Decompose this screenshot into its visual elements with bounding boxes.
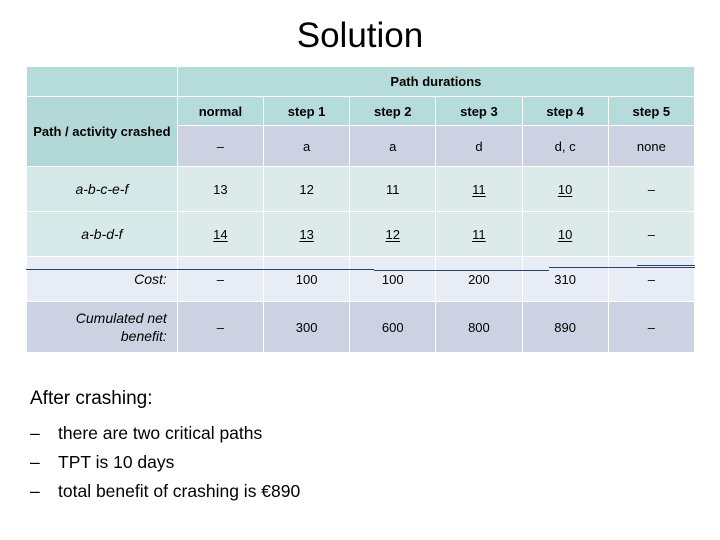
table-row-path-1: a-b-c-e-f 13 12 11 11 10 – [27, 167, 694, 211]
column-header-step-3: step 3 [436, 97, 522, 125]
separator-line-segment-1 [26, 269, 374, 270]
column-group-header-path-durations: Path durations [177, 67, 694, 96]
cost-cell-step-5: – [608, 257, 694, 301]
dash-bullet-icon: – [30, 423, 40, 443]
path-name-1: a-b-c-e-f [27, 167, 177, 211]
cost-cell-step-2: 100 [350, 257, 436, 301]
dash-bullet-icon: – [30, 481, 40, 501]
path-durations-table: Path durations Path / activity crashed n… [26, 66, 695, 353]
cost-cell-step-3: 200 [436, 257, 522, 301]
crashed-cell-step-1: a [264, 126, 350, 166]
after-crashing-heading: After crashing: [30, 388, 153, 409]
path-2-cell-step-4: 10 [522, 212, 608, 256]
table-row-step-headers: Path / activity crashed normal step 1 st… [27, 97, 694, 166]
crashed-cell-step-3: d [436, 126, 522, 166]
path-2-cell-step-1: 13 [264, 212, 350, 256]
column-header-normal: normal [177, 97, 263, 125]
page-title: Solution [296, 16, 424, 55]
benefit-cell-step-3: 800 [436, 302, 522, 352]
list-item: – total benefit of crashing is €890 [30, 477, 690, 506]
separator-line-segment-4 [637, 265, 695, 266]
list-item-label: there are two critical paths [58, 423, 263, 443]
table-row-cumulated-net-benefit: Cumulated net benefit: – 300 600 800 890… [27, 302, 694, 352]
list-item-label: TPT is 10 days [58, 452, 175, 472]
cost-cell-step-4: 310 [522, 257, 608, 301]
row-label-cost: Cost: [27, 257, 177, 301]
after-crashing-section: After crashing: – there are two critical… [30, 386, 690, 506]
path-1-cell-step-2: 11 [350, 167, 436, 211]
path-1-cell-step-4: 10 [522, 167, 608, 211]
cost-cell-normal: – [177, 257, 263, 301]
list-item: – there are two critical paths [30, 419, 690, 448]
path-1-cell-step-1: 12 [264, 167, 350, 211]
after-crashing-bullet-list: – there are two critical paths – TPT is … [30, 419, 690, 506]
benefit-cell-normal: – [177, 302, 263, 352]
path-1-cell-step-5: – [608, 167, 694, 211]
crashed-cell-normal: – [177, 126, 263, 166]
path-2-cell-normal: 14 [177, 212, 263, 256]
benefit-cell-step-5: – [608, 302, 694, 352]
cost-cell-step-1: 100 [264, 257, 350, 301]
separator-line-segment-2 [374, 270, 549, 271]
path-2-cell-step-3: 11 [436, 212, 522, 256]
path-2-cell-step-5: – [608, 212, 694, 256]
table-row-path-2: a-b-d-f 14 13 12 11 10 – [27, 212, 694, 256]
list-item-label: total benefit of crashing is €890 [58, 481, 301, 501]
path-durations-table-container: Path durations Path / activity crashed n… [26, 66, 695, 353]
separator-line-segment-3 [549, 267, 695, 268]
path-name-2: a-b-d-f [27, 212, 177, 256]
dash-bullet-icon: – [30, 452, 40, 472]
benefit-cell-step-2: 600 [350, 302, 436, 352]
crashed-cell-step-5: none [608, 126, 694, 166]
path-1-cell-step-3: 11 [436, 167, 522, 211]
path-2-cell-step-2: 12 [350, 212, 436, 256]
crashed-cell-step-4: d, c [522, 126, 608, 166]
row-header-path-activity-crashed: Path / activity crashed [27, 97, 177, 166]
column-header-step-1: step 1 [264, 97, 350, 125]
table-row-group-header: Path durations [27, 67, 694, 96]
table-row-cost: Cost: – 100 100 200 310 – [27, 257, 694, 301]
row-label-cumulated-net-benefit: Cumulated net benefit: [27, 302, 177, 352]
column-header-step-4: step 4 [522, 97, 608, 125]
benefit-cell-step-1: 300 [264, 302, 350, 352]
table-corner-blank [27, 67, 177, 96]
column-header-step-2: step 2 [350, 97, 436, 125]
benefit-cell-step-4: 890 [522, 302, 608, 352]
crashed-cell-step-2: a [350, 126, 436, 166]
column-header-step-5: step 5 [608, 97, 694, 125]
list-item: – TPT is 10 days [30, 448, 690, 477]
path-1-cell-normal: 13 [177, 167, 263, 211]
